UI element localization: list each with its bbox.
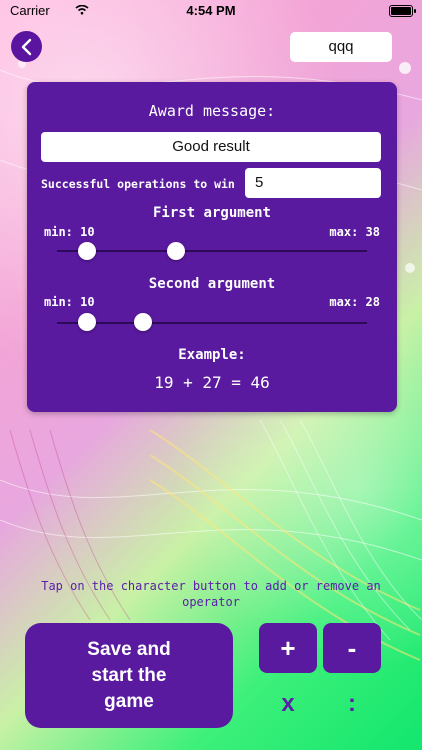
- second-argument-max-label: max: 28: [329, 295, 380, 309]
- chevron-left-icon: [21, 38, 31, 55]
- first-argument-max-label: max: 38: [329, 225, 380, 239]
- game-name-field[interactable]: qqq: [290, 32, 392, 62]
- first-argument-max-thumb[interactable]: [167, 242, 185, 260]
- example-label: Example:: [178, 347, 246, 363]
- first-argument-heading: First argument: [152, 205, 271, 221]
- second-argument-min-label: min: 10: [44, 295, 95, 309]
- award-message-input[interactable]: Good result: [41, 132, 381, 162]
- clock: 4:54 PM: [186, 3, 236, 18]
- save-and-start-button[interactable]: Save and start the game: [25, 623, 233, 728]
- multiply-operator-label: x: [281, 690, 295, 717]
- second-argument-slider-track[interactable]: [57, 322, 367, 324]
- second-argument-heading: Second argument: [148, 276, 276, 292]
- divide-operator-button[interactable]: :: [323, 690, 381, 718]
- save-and-start-label: Save and start the game: [87, 638, 171, 712]
- operations-to-win-input[interactable]: 5: [245, 168, 381, 198]
- operator-hint: Tap on the character button to add or re…: [41, 579, 381, 609]
- plus-operator-label: +: [280, 632, 296, 663]
- example-expression: 19 + 27 = 46: [154, 373, 270, 392]
- first-argument-min-thumb[interactable]: [78, 242, 96, 260]
- minus-operator-label: -: [347, 632, 357, 663]
- plus-operator-button[interactable]: +: [259, 623, 317, 673]
- multiply-operator-button[interactable]: x: [259, 690, 317, 718]
- settings-panel: Award message: Good result Successful op…: [27, 82, 397, 412]
- status-bar: Carrier 4:54 PM: [0, 0, 422, 22]
- back-button[interactable]: [11, 31, 42, 62]
- first-argument-slider-track[interactable]: [57, 250, 367, 252]
- operations-to-win-label: Successful operations to win: [41, 177, 235, 191]
- battery-icon: [389, 5, 416, 17]
- award-message-label: Award message:: [148, 102, 276, 120]
- divide-operator-label: :: [348, 690, 356, 717]
- first-argument-min-label: min: 10: [44, 225, 95, 239]
- second-argument-min-thumb[interactable]: [78, 313, 96, 331]
- minus-operator-button[interactable]: -: [323, 623, 381, 673]
- second-argument-max-thumb[interactable]: [134, 313, 152, 331]
